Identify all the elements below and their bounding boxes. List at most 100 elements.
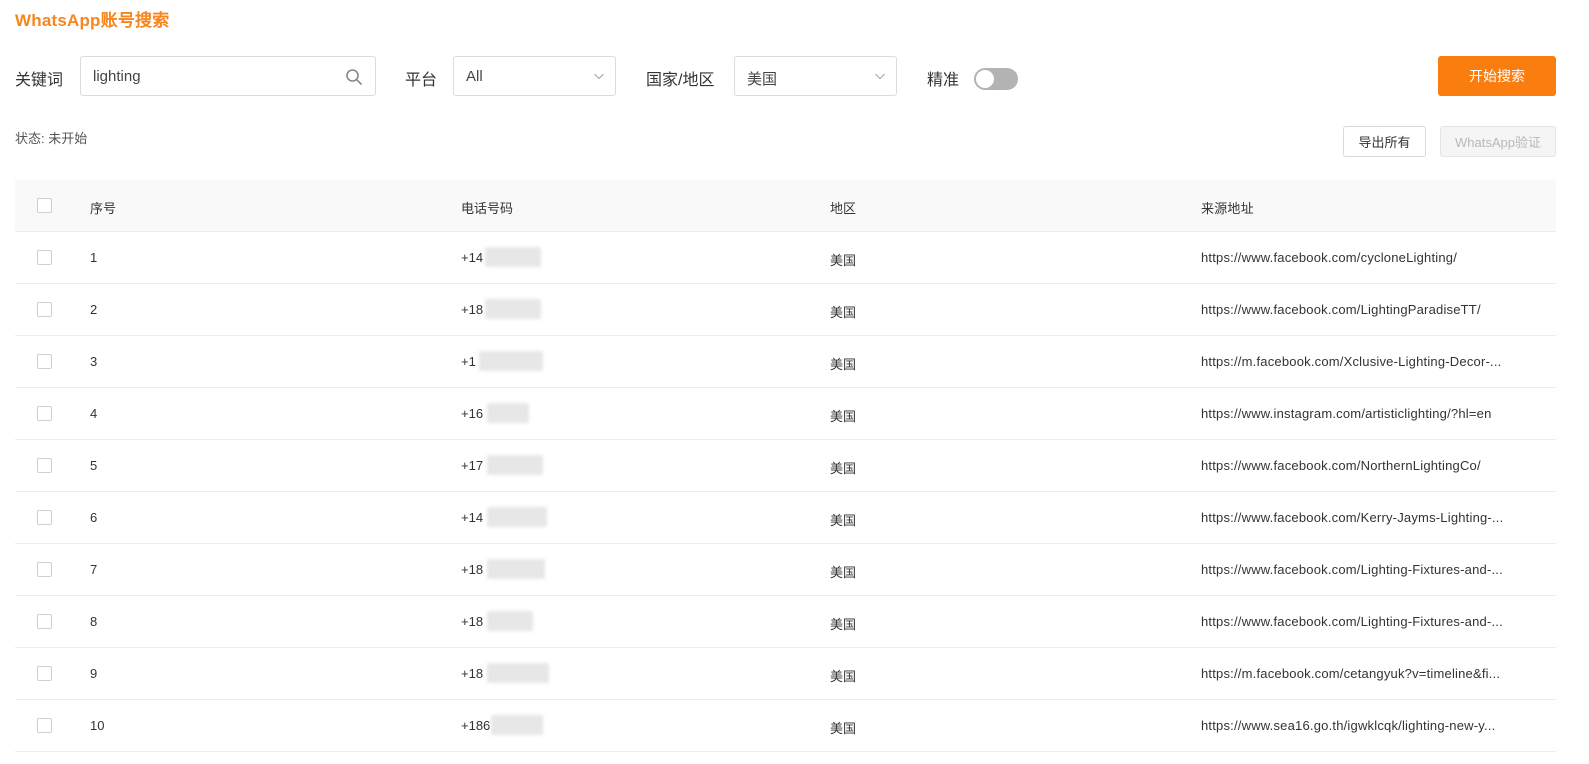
row-index: 5 xyxy=(90,458,98,473)
table-row[interactable]: 2 +18 65 美国 https://www.facebook.com/Lighti… xyxy=(15,284,1556,336)
keyword-value: lighting xyxy=(93,68,141,85)
row-index: 9 xyxy=(90,666,98,681)
phone-number: +186 875 xyxy=(461,715,543,735)
redaction-mask xyxy=(485,247,541,267)
phone-number: +18 000 xyxy=(461,663,549,683)
exact-toggle[interactable] xyxy=(974,68,1018,90)
country-select[interactable]: 美国 xyxy=(734,56,897,96)
phone-number: +18 65 xyxy=(461,299,541,319)
row-region: 美国 xyxy=(830,253,857,268)
row-phone: +18 000 xyxy=(461,663,549,683)
phone-number: +14 68 xyxy=(461,247,541,267)
row-region: 美国 xyxy=(830,461,857,476)
whatsapp-verify-button[interactable]: WhatsApp验证 xyxy=(1440,126,1556,157)
page-title: WhatsApp账号搜索 xyxy=(15,11,170,30)
results-table: 序号 电话号码 地区 来源地址 1 +14 68 美国 https://www.fac… xyxy=(15,180,1556,752)
chevron-down-icon xyxy=(875,73,885,80)
redaction-mask xyxy=(487,611,533,631)
row-checkbox[interactable] xyxy=(37,354,52,369)
search-icon[interactable] xyxy=(345,68,363,86)
export-all-button[interactable]: 导出所有 xyxy=(1343,126,1426,157)
row-checkbox[interactable] xyxy=(37,614,52,629)
row-source-link[interactable]: https://www.instagram.com/artisticlighti… xyxy=(1201,406,1543,421)
table-row[interactable]: 8 +18 美国 https://www.facebook.com/Lighting-… xyxy=(15,596,1556,648)
row-index: 3 xyxy=(90,354,98,369)
status-text: 状态: 未开始 xyxy=(15,131,88,146)
exact-label: 精准 xyxy=(927,72,960,89)
row-region: 美国 xyxy=(830,305,857,320)
row-checkbox[interactable] xyxy=(37,666,52,681)
table-row[interactable]: 3 +1 36 美国 https://m.facebook.com/Xclusive-… xyxy=(15,336,1556,388)
row-source-link[interactable]: https://www.facebook.com/NorthernLightin… xyxy=(1201,458,1543,473)
row-checkbox[interactable] xyxy=(37,510,52,525)
phone-text: +18 xyxy=(461,614,484,629)
table-row[interactable]: 5 +17 39 美国 https://www.facebook.com/Northe… xyxy=(15,440,1556,492)
table-row[interactable]: 1 +14 68 美国 https://www.facebook.com/cyclon… xyxy=(15,232,1556,284)
row-source-link[interactable]: https://www.sea16.go.th/igwklcqk/lightin… xyxy=(1201,718,1543,733)
row-source-link[interactable]: https://m.facebook.com/Xclusive-Lighting… xyxy=(1201,354,1543,369)
row-checkbox[interactable] xyxy=(37,458,52,473)
row-phone: +18 xyxy=(461,611,533,631)
row-phone: +18 45 xyxy=(461,559,545,579)
row-region: 美国 xyxy=(830,409,857,424)
row-source-link[interactable]: https://m.facebook.com/cetangyuk?v=timel… xyxy=(1201,666,1543,681)
table-body: 1 +14 68 美国 https://www.facebook.com/cyclon… xyxy=(15,232,1556,752)
row-source-link[interactable]: https://www.facebook.com/LightingParadis… xyxy=(1201,302,1543,317)
platform-value: All xyxy=(466,68,483,85)
row-source-link[interactable]: https://www.facebook.com/Lighting-Fixtur… xyxy=(1201,562,1543,577)
row-index: 8 xyxy=(90,614,98,629)
platform-select[interactable]: All xyxy=(453,56,616,96)
row-checkbox[interactable] xyxy=(37,250,52,265)
row-region: 美国 xyxy=(830,617,857,632)
row-index: 7 xyxy=(90,562,98,577)
redaction-mask xyxy=(487,663,549,683)
row-region: 美国 xyxy=(830,669,857,684)
toggle-knob xyxy=(976,70,994,88)
row-phone: +16 05 xyxy=(461,403,529,423)
phone-number: +18 xyxy=(461,611,533,631)
platform-label: 平台 xyxy=(405,72,438,89)
redaction-mask xyxy=(487,507,547,527)
redaction-mask xyxy=(479,351,543,371)
row-checkbox[interactable] xyxy=(37,718,52,733)
row-checkbox[interactable] xyxy=(37,562,52,577)
row-phone: +14 59 xyxy=(461,507,547,527)
row-source-link[interactable]: https://www.facebook.com/cycloneLighting… xyxy=(1201,250,1543,265)
table-row[interactable]: 6 +14 59 美国 https://www.facebook.com/Kerry-… xyxy=(15,492,1556,544)
header-phone: 电话号码 xyxy=(461,201,514,216)
header-index: 序号 xyxy=(90,201,117,216)
chevron-down-icon xyxy=(594,73,604,80)
row-phone: +14 68 xyxy=(461,247,541,267)
row-index: 4 xyxy=(90,406,98,421)
table-row[interactable]: 4 +16 05 美国 https://www.instagram.com/artis… xyxy=(15,388,1556,440)
row-source-link[interactable]: https://www.facebook.com/Lighting-Fixtur… xyxy=(1201,614,1543,629)
header-region: 地区 xyxy=(830,201,857,216)
phone-number: +1 36 xyxy=(461,351,543,371)
keyword-input[interactable]: lighting xyxy=(80,56,376,96)
row-checkbox[interactable] xyxy=(37,406,52,421)
row-region: 美国 xyxy=(830,513,857,528)
table-header: 序号 电话号码 地区 来源地址 xyxy=(15,180,1556,232)
row-phone: +18 65 xyxy=(461,299,541,319)
row-phone: +186 875 xyxy=(461,715,543,735)
row-region: 美国 xyxy=(830,357,857,372)
redaction-mask xyxy=(491,715,543,735)
row-checkbox[interactable] xyxy=(37,302,52,317)
search-filter-bar: 关键词 lighting 平台 All 国家/地区 美国 精准 开始搜索 xyxy=(0,56,1589,96)
row-phone: +17 39 xyxy=(461,455,543,475)
country-label: 国家/地区 xyxy=(646,72,715,89)
row-index: 6 xyxy=(90,510,98,525)
row-region: 美国 xyxy=(830,565,857,580)
row-index: 1 xyxy=(90,250,98,265)
start-search-button[interactable]: 开始搜索 xyxy=(1438,56,1556,96)
table-row[interactable]: 7 +18 45 美国 https://www.facebook.com/Lighti… xyxy=(15,544,1556,596)
table-row[interactable]: 10 +186 875 美国 https://www.sea16.go.th/igwk… xyxy=(15,700,1556,752)
row-index: 10 xyxy=(90,718,105,733)
phone-number: +18 45 xyxy=(461,559,545,579)
row-index: 2 xyxy=(90,302,98,317)
row-phone: +1 36 xyxy=(461,351,543,371)
table-row[interactable]: 9 +18 000 美国 https://m.facebook.com/cetangy… xyxy=(15,648,1556,700)
select-all-checkbox[interactable] xyxy=(37,198,52,213)
phone-number: +17 39 xyxy=(461,455,543,475)
row-source-link[interactable]: https://www.facebook.com/Kerry-Jayms-Lig… xyxy=(1201,510,1543,525)
